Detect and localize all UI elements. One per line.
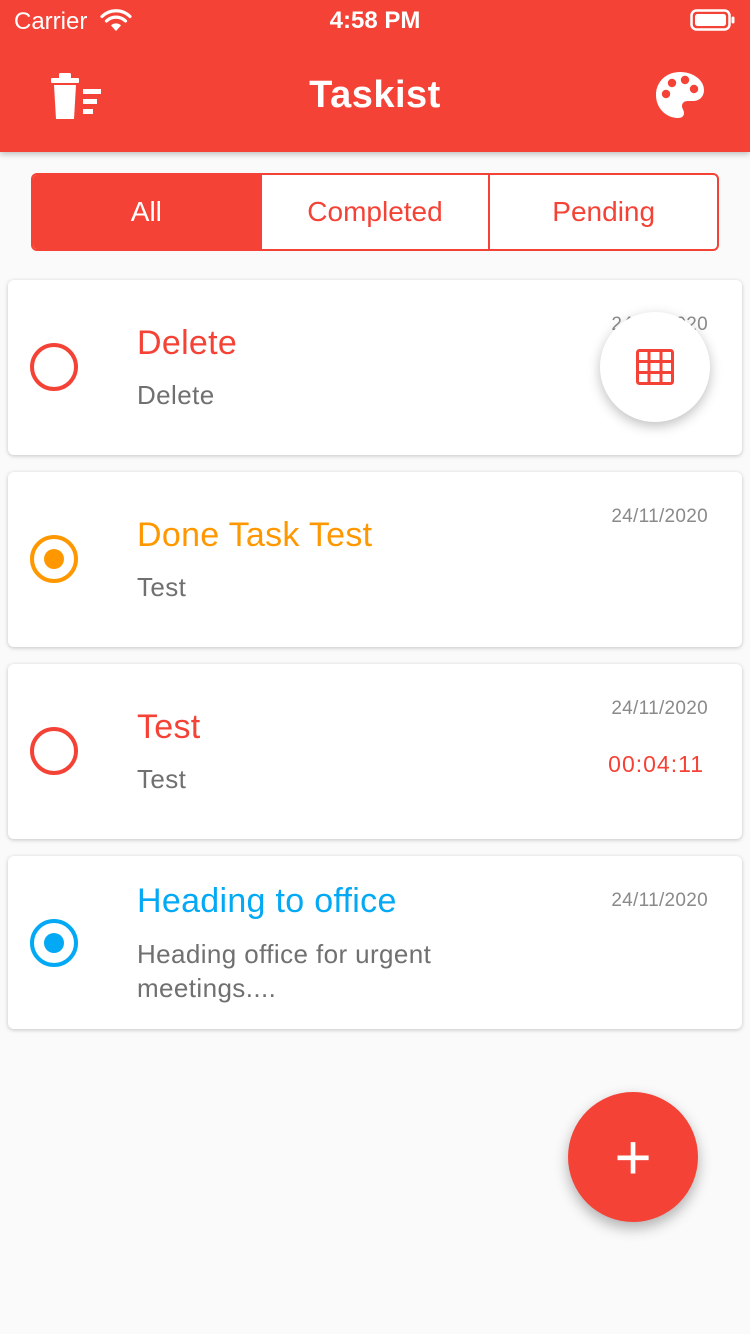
task-title: Done Task Test: [137, 516, 373, 554]
task-title: Delete: [137, 324, 238, 362]
calendar-button[interactable]: [600, 312, 710, 422]
task-status-radio[interactable]: [30, 727, 78, 775]
calendar-grid-icon: [636, 349, 674, 385]
radio-selected-dot: [44, 933, 64, 953]
task-card[interactable]: Heading to office Heading office for urg…: [8, 856, 742, 1029]
task-card[interactable]: Test Test 24/11/2020 00:04:11: [8, 664, 742, 839]
task-title: Heading to office: [137, 882, 397, 920]
app-bar: Taskist: [0, 40, 750, 152]
filter-tab-completed[interactable]: Completed: [259, 175, 489, 249]
task-status-radio[interactable]: [30, 535, 78, 583]
app-title: Taskist: [309, 74, 441, 116]
status-time: 4:58 PM: [329, 7, 421, 34]
add-task-button[interactable]: +: [568, 1092, 698, 1222]
task-card[interactable]: Done Task Test Test 24/11/2020: [8, 472, 742, 647]
task-timer: 00:04:11: [608, 751, 704, 777]
task-date: 24/11/2020: [611, 698, 708, 719]
header: Carrier 4:58 PM Taskist: [0, 0, 750, 152]
filter-tab-all[interactable]: All: [33, 175, 260, 249]
filter-segmented-control: All Completed Pending: [31, 173, 719, 251]
task-description: Test: [137, 572, 187, 602]
radio-selected-dot: [44, 549, 64, 569]
task-description: Test: [137, 764, 187, 794]
task-description: Heading office for urgent meetings....: [137, 939, 432, 1003]
battery-icon: [690, 9, 735, 31]
palette-icon[interactable]: [654, 70, 706, 122]
status-bar: Carrier 4:58 PM: [0, 0, 750, 40]
task-title: Test: [137, 708, 201, 746]
task-description: Delete: [137, 380, 215, 410]
plus-icon: +: [614, 1121, 652, 1193]
task-status-radio[interactable]: [30, 343, 78, 391]
filter-tab-pending[interactable]: Pending: [488, 175, 717, 249]
task-date: 24/11/2020: [611, 890, 708, 911]
task-status-radio[interactable]: [30, 919, 78, 967]
task-date: 24/11/2020: [611, 506, 708, 527]
